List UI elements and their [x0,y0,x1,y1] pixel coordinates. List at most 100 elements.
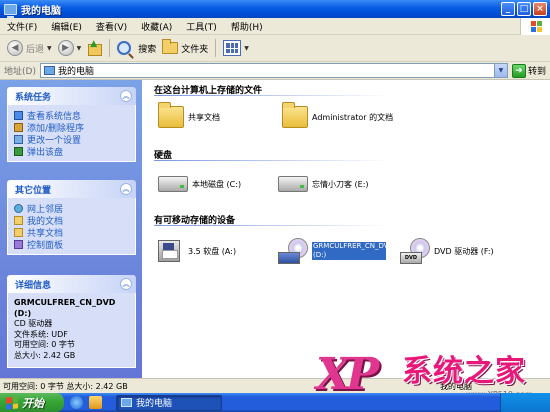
windows-logo-icon [520,18,550,35]
start-label: 开始 [22,396,44,410]
dvd-drive-d[interactable]: GRMCULFRER_CN_DVD (D:) [278,238,394,264]
detail-total-size: 总大小: 2.42 GB [14,350,76,360]
chevron-down-icon[interactable]: ▼ [47,45,52,52]
drive-e[interactable]: 忘情小刀客 (E:) [278,176,369,192]
shared-documents-folder[interactable]: 共享文档 [158,102,220,128]
detail-filesystem: 文件系统: UDF [14,329,68,339]
panel-title: 详细信息 [15,280,52,291]
section-divider [154,95,390,96]
address-value: 我的电脑 [57,67,94,77]
collapse-icon[interactable]: ︽ [120,183,132,195]
system-tray [500,393,550,412]
go-arrow-icon: ➜ [511,63,526,78]
toolbar: ◀ 后退 ▼ ▶ ▼ 搜索 文件夹 ▼ [0,35,550,62]
show-desktop-icon[interactable] [89,396,102,409]
detail-type: CD 驱动器 [14,319,53,328]
item-label: 忘情小刀客 (E:) [312,179,369,189]
floppy-drive-a[interactable]: 3.5 软盘 (A:) [158,240,236,262]
menu-favorites[interactable]: 收藏(A) [134,20,179,33]
floppy-icon [158,240,180,262]
details-body: GRMCULFRER_CN_DVD (D:) CD 驱动器 文件系统: UDF … [7,293,136,368]
detail-name: GRMCULFRER_CN_DVD (D:) [14,298,116,318]
details-header[interactable]: 详细信息 ︽ [7,275,136,293]
place-label: 控制面板 [27,240,64,251]
collapse-icon[interactable]: ︽ [120,278,132,290]
eject-icon [14,146,23,156]
other-places-header[interactable]: 其它位置 ︽ [7,180,136,198]
title-bar[interactable]: 我的电脑 _ □ × [0,0,550,18]
views-icon [223,40,242,56]
minimize-button[interactable]: _ [501,2,515,16]
chevron-down-icon[interactable]: ▼ [493,64,507,77]
search-label: 搜索 [138,44,157,55]
task-eject-disk[interactable]: 弹出该盘 [14,145,129,158]
window-controls: _ □ × [501,2,547,16]
my-computer-icon [4,3,17,18]
back-arrow-icon: ◀ [7,40,23,56]
place-control-panel[interactable]: 控制面板 [14,238,129,251]
hard-disk-icon [158,176,188,192]
item-label: 共享文档 [188,112,220,122]
folder-up-icon [87,39,103,56]
views-button[interactable]: ▼ [220,37,252,59]
up-button[interactable] [84,37,105,59]
address-bar: 地址(D) 我的电脑 ▼ ➜ 转到 [0,62,550,80]
task-add-remove-programs[interactable]: 添加/删除程序 [14,121,129,134]
drive-c[interactable]: 本地磁盘 (C:) [158,176,241,192]
start-button[interactable]: 开始 [0,393,64,412]
back-button[interactable]: ◀ 后退 ▼ [4,37,55,59]
task-label: 弹出该盘 [27,147,64,158]
chevron-down-icon[interactable]: ▼ [244,45,249,52]
address-input[interactable]: 我的电脑 ▼ [39,63,508,78]
programs-icon [14,122,23,132]
details-panel: 详细信息 ︽ GRMCULFRER_CN_DVD (D:) CD 驱动器 文件系… [7,275,136,368]
main-content: 在这台计算机上存储的文件 共享文档 Administrator 的文档 硬盘 本… [142,80,550,378]
folder-icon [282,102,308,128]
place-my-documents[interactable]: 我的文档 [14,214,129,227]
section-divider [154,160,390,161]
close-button[interactable]: × [533,2,547,16]
folders-label: 文件夹 [181,44,209,55]
internet-explorer-icon[interactable] [70,396,83,409]
cd-drive-icon [278,238,308,264]
window-title: 我的电脑 [21,5,61,17]
dvd-drive-f[interactable]: DVD DVD 驱动器 (F:) [400,238,494,264]
toolbar-divider [215,39,217,57]
search-button[interactable]: 搜索 [114,37,159,59]
back-label: 后退 [26,44,45,55]
item-label: GRMCULFRER_CN_DVD (D:) [312,242,394,260]
folder-icon [14,227,23,237]
forward-button[interactable]: ▶ ▼ [55,37,85,59]
menu-view[interactable]: 查看(V) [89,20,134,33]
place-network[interactable]: 网上邻居 [14,202,129,215]
place-shared-documents[interactable]: 共享文档 [14,226,129,239]
settings-icon [14,134,23,144]
folder-icon [14,215,23,225]
folder-icon [162,39,179,54]
task-view-system-info[interactable]: 查看系统信息 [14,109,129,122]
item-label: 本地磁盘 (C:) [192,179,242,189]
system-tasks-header[interactable]: 系统任务 ︽ [7,87,136,105]
go-button[interactable]: ➜ 转到 [511,63,546,78]
menu-file[interactable]: 文件(F) [0,20,44,33]
task-pane: 系统任务 ︽ 查看系统信息 添加/删除程序 更改一个设置 弹出该盘 其它位置 ︽… [0,80,142,378]
taskbar: 开始 我的电脑 [0,393,550,412]
menu-tools[interactable]: 工具(T) [179,20,224,33]
folder-icon [158,102,184,128]
item-label: Administrator 的文档 [312,112,394,122]
task-change-setting[interactable]: 更改一个设置 [14,133,129,146]
administrator-documents-folder[interactable]: Administrator 的文档 [282,102,404,128]
other-places-list: 网上邻居 我的文档 共享文档 控制面板 [7,198,136,255]
my-computer-icon [43,66,55,75]
system-tasks-list: 查看系统信息 添加/删除程序 更改一个设置 弹出该盘 [7,105,136,162]
section-divider [154,225,390,226]
menu-edit[interactable]: 编辑(E) [44,20,89,33]
control-panel-icon [14,239,23,249]
collapse-icon[interactable]: ︽ [120,90,132,102]
maximize-button[interactable]: □ [517,2,531,16]
folders-button[interactable]: 文件夹 [159,37,211,59]
taskbar-item-my-computer[interactable]: 我的电脑 [116,394,222,411]
menu-help[interactable]: 帮助(H) [224,20,270,33]
chevron-down-icon[interactable]: ▼ [77,45,82,52]
other-places-panel: 其它位置 ︽ 网上邻居 我的文档 共享文档 控制面板 [7,180,136,255]
